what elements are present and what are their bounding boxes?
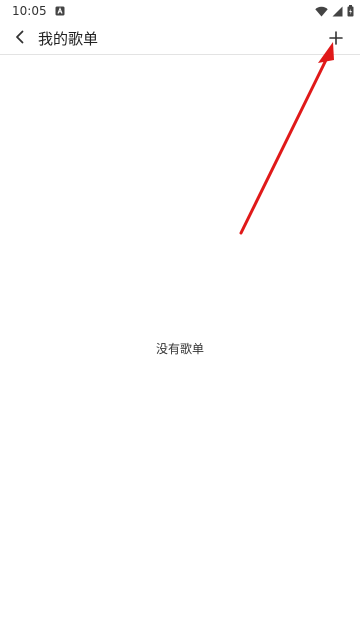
- status-bar: 10:05: [0, 0, 360, 22]
- screen: 10:05 我的歌单 没有歌单: [0, 0, 360, 640]
- status-left: 10:05: [12, 4, 65, 18]
- page-title: 我的歌单: [38, 29, 99, 48]
- annotation-arrow: [239, 42, 334, 235]
- chevron-left-icon: [14, 29, 26, 48]
- cellular-signal-icon: [332, 6, 343, 17]
- a-notification-icon: [55, 6, 65, 16]
- back-button[interactable]: [2, 22, 38, 55]
- plus-icon: [329, 30, 343, 49]
- empty-playlist-message: 没有歌单: [155, 342, 204, 356]
- battery-icon: [347, 5, 354, 17]
- status-right: [315, 5, 354, 17]
- status-time: 10:05: [12, 4, 47, 18]
- add-playlist-button[interactable]: [324, 27, 348, 51]
- app-bar: 我的歌单: [0, 22, 360, 55]
- arrow-shaft: [239, 58, 328, 235]
- wifi-icon: [315, 6, 328, 17]
